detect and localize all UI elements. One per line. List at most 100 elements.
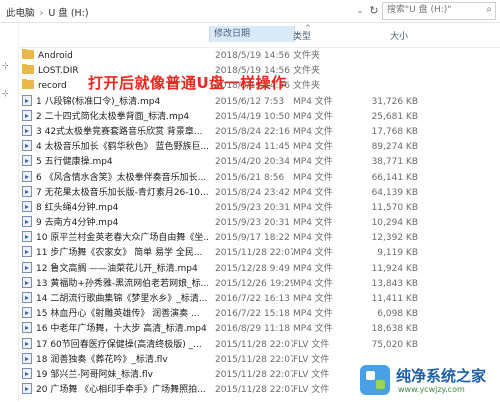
file-row[interactable]: 2 二十四式简化太极拳背面_标清.mp4 2015/4/19 10:50 MP4 文… (18, 109, 500, 125)
folder-icon (22, 64, 34, 75)
watermark-logo: 纯净系统之家 www.ycwjzy.com (358, 362, 498, 400)
file-name[interactable]: 12 鲁文高搁 ——油菜花儿开_标清.mp4 (22, 261, 208, 277)
logo-title: 纯净系统之家 (396, 367, 487, 385)
breadcrumb-this-pc[interactable]: 此电脑 (6, 8, 35, 19)
media-file-icon (22, 352, 32, 364)
file-row[interactable]: Android 2018/5/19 14:56 文件夹 (18, 49, 500, 64)
file-name-label: Android (38, 51, 73, 61)
file-size: 31,726 KB (371, 96, 418, 107)
file-row[interactable]: 4 太极音乐加长《鹤华秋色》 蓝色野族巨... 2015/8/24 11:45 MP… (18, 140, 500, 155)
file-date: 2015/11/28 22:07 (215, 385, 293, 396)
file-date: 2015/4/20 20:34 (215, 157, 290, 168)
search-box[interactable]: ⌕ (382, 2, 496, 20)
file-name-label: 7 无花果太极音乐加长版-青灯素月26-10... (36, 187, 208, 198)
file-size: 11,411 KB (371, 294, 418, 304)
column-header-date[interactable]: ^ 修改日期 (209, 24, 311, 42)
file-name[interactable]: 9 去南方4分钟.mp4 (22, 216, 208, 231)
file-row[interactable]: 17 60节回春医疗保健操(高清终极版) _... 2015/11/28 22:0… (18, 337, 500, 353)
file-name-label: 1 八段锦(标准口令)_标清.mp4 (36, 96, 161, 107)
file-type: FLV 文件 (293, 354, 330, 365)
address-dropdown-chevron-icon[interactable]: ⌄ (353, 3, 367, 18)
file-size: 11,924 KB (371, 263, 418, 274)
annotation-text: 打开后就像普通U盘一样操作 (88, 74, 287, 92)
media-file-icon (22, 276, 32, 288)
file-row[interactable]: 15 林血丹心《射雕英雄传》 润善演奏 ... 2016/7/22 15:18 MP… (18, 307, 500, 322)
file-date: 2018/5/19 14:56 (215, 51, 290, 61)
file-row[interactable]: 5 五行健康操.mp4 2015/4/20 20:34 MP4 文件 38,771 K… (18, 155, 500, 170)
file-name[interactable]: 14 二胡流行歌曲集锦《梦里水乡》_标清... (22, 292, 208, 307)
file-name[interactable]: 19 邹兴兰-阿哥阿妹_标清.flv (22, 367, 208, 383)
file-name[interactable]: 10 原平兰村金英老春大众广场自由舞《坐... (22, 231, 208, 246)
file-name[interactable]: 5 五行健康操.mp4 (22, 155, 208, 170)
column-header-size[interactable]: 大小 (390, 29, 408, 42)
file-name[interactable]: Android (22, 49, 208, 64)
file-row[interactable]: 9 去南方4分钟.mp4 2015/9/23 20:31 MP4 文件 10,294 … (18, 216, 500, 231)
file-row[interactable]: 13 黄福助+孙秀雅-黑流网伯老若网娘_标... 2015/12/26 19:29… (18, 276, 500, 292)
file-name[interactable]: 11 步广场舞《农家女》 简单 易学 全民... (22, 246, 208, 261)
file-type: 文件夹 (293, 51, 321, 61)
file-type: MP4 文件 (293, 233, 333, 244)
file-row[interactable]: 1 八段锦(标准口令)_标清.mp4 2015/6/12 7:53 MP4 文件 31… (18, 94, 500, 110)
file-name[interactable]: 17 60节回春医疗保健操(高清终极版) _... (22, 337, 208, 353)
file-date: 2015/9/23 20:31 (215, 202, 290, 213)
file-size: 64,139 KB (371, 187, 418, 198)
file-size: 6,098 KB (377, 309, 418, 320)
file-type: MP4 文件 (293, 126, 333, 137)
file-row[interactable]: 8 红头绳4分钟.mp4 2015/9/23 20:31 MP4 文件 11,570 … (18, 200, 500, 216)
file-date: 2015/8/24 23:42 (215, 187, 290, 198)
file-name[interactable]: 15 林血丹心《射雕英雄传》 润善演奏 ... (22, 307, 208, 322)
file-size: 25,681 KB (371, 111, 418, 122)
file-row[interactable]: 11 步广场舞《农家女》 简单 易学 全民... 2015/11/28 22:07… (18, 246, 500, 261)
file-name[interactable]: 20 广场舞 《心相印手牵手》广场舞照拍... (22, 383, 208, 398)
file-row[interactable]: 7 无花果太极音乐加长版-青灯素月26-10... 2015/8/24 23:42… (18, 185, 500, 201)
file-type: MP4 文件 (293, 248, 333, 259)
file-date: 2016/8/29 11:18 (215, 324, 290, 335)
file-date: 2015/6/12 7:53 (215, 96, 285, 107)
file-date: 2016/7/22 16:13 (215, 294, 290, 304)
file-date: 2015/11/28 22:07 (215, 339, 293, 350)
refresh-icon[interactable]: ↻ (366, 3, 382, 18)
file-name[interactable]: 4 太极音乐加长《鹤华秋色》 蓝色野族巨... (22, 140, 208, 155)
file-size: 89,274 KB (371, 142, 418, 153)
file-name[interactable]: 2 二十四式简化太极拳背面_标清.mp4 (22, 109, 208, 125)
file-type: MP4 文件 (293, 218, 333, 229)
file-name[interactable]: 8 红头绳4分钟.mp4 (22, 200, 208, 216)
file-name[interactable]: 6 《风含情水含笑》太极拳伴奏音乐加长... (22, 170, 208, 186)
search-icon[interactable]: ⌕ (486, 4, 492, 15)
media-file-icon (22, 200, 32, 212)
search-input[interactable] (383, 3, 477, 17)
file-name[interactable]: 18 润善独奏《葬花吟》_标清.flv (22, 352, 208, 368)
file-row[interactable]: 16 中老年广场舞，十大步 高清_标清.mp4 2016/8/29 11:18 MP… (18, 322, 500, 337)
file-name-label: 14 二胡流行歌曲集锦《梦里水乡》_标清... (36, 294, 208, 304)
column-header-type[interactable]: 类型 (293, 29, 311, 42)
file-row[interactable]: 14 二胡流行歌曲集锦《梦里水乡》_标清... 2016/7/22 16:13 MP… (18, 292, 500, 307)
file-name-label: 9 去南方4分钟.mp4 (36, 218, 119, 229)
file-size: 10,294 KB (371, 218, 418, 229)
file-type: MP4 文件 (293, 263, 333, 274)
file-name-label: 16 中老年广场舞，十大步 高清_标清.mp4 (36, 324, 207, 335)
file-name[interactable]: 7 无花果太极音乐加长版-青灯素月26-10... (22, 185, 208, 201)
breadcrumb: 此电脑 › U 盘 (H:) (6, 5, 89, 19)
file-row[interactable]: 12 鲁文高搁 ——油菜花儿开_标清.mp4 2015/12/28 9:49 MP4… (18, 261, 500, 277)
file-name[interactable]: 3 42式太极拳竞赛套路音乐欣赏 背景章... (22, 124, 208, 140)
media-file-icon (22, 307, 32, 319)
file-row[interactable]: 6 《风含情水含笑》太极拳伴奏音乐加长... 2015/6/21 8:56 MP4 … (18, 170, 500, 186)
file-name[interactable]: 13 黄福助+孙秀雅-黑流网伯老若网娘_标... (22, 276, 208, 292)
media-file-icon (22, 292, 32, 303)
file-type: FLV 文件 (293, 369, 330, 380)
breadcrumb-usb-drive[interactable]: U 盘 (H:) (48, 8, 88, 19)
file-name-label: 2 二十四式简化太极拳背面_标清.mp4 (36, 111, 190, 122)
media-file-icon (22, 155, 32, 167)
file-row[interactable]: 3 42式太极拳竞赛套路音乐欣赏 背景章... 2015/8/24 22:16 MP… (18, 124, 500, 140)
file-type: MP4 文件 (293, 157, 333, 168)
file-name[interactable]: 1 八段锦(标准口令)_标清.mp4 (22, 94, 208, 110)
file-size: 18,638 KB (371, 324, 418, 335)
breadcrumb-separator-icon[interactable]: › (40, 8, 44, 19)
file-type: MP4 文件 (293, 172, 333, 183)
pin-icon[interactable]: ⊹ (2, 89, 9, 98)
file-row[interactable]: 10 原平兰村金英老春大众广场自由舞《坐... 2015/9/17 18:22 MP… (18, 231, 500, 246)
file-type: FLV 文件 (293, 339, 330, 350)
file-name[interactable]: 16 中老年广场舞，十大步 高清_标清.mp4 (22, 322, 208, 337)
pin-icon[interactable]: ⊹ (2, 61, 9, 70)
logo-icon (360, 365, 390, 395)
